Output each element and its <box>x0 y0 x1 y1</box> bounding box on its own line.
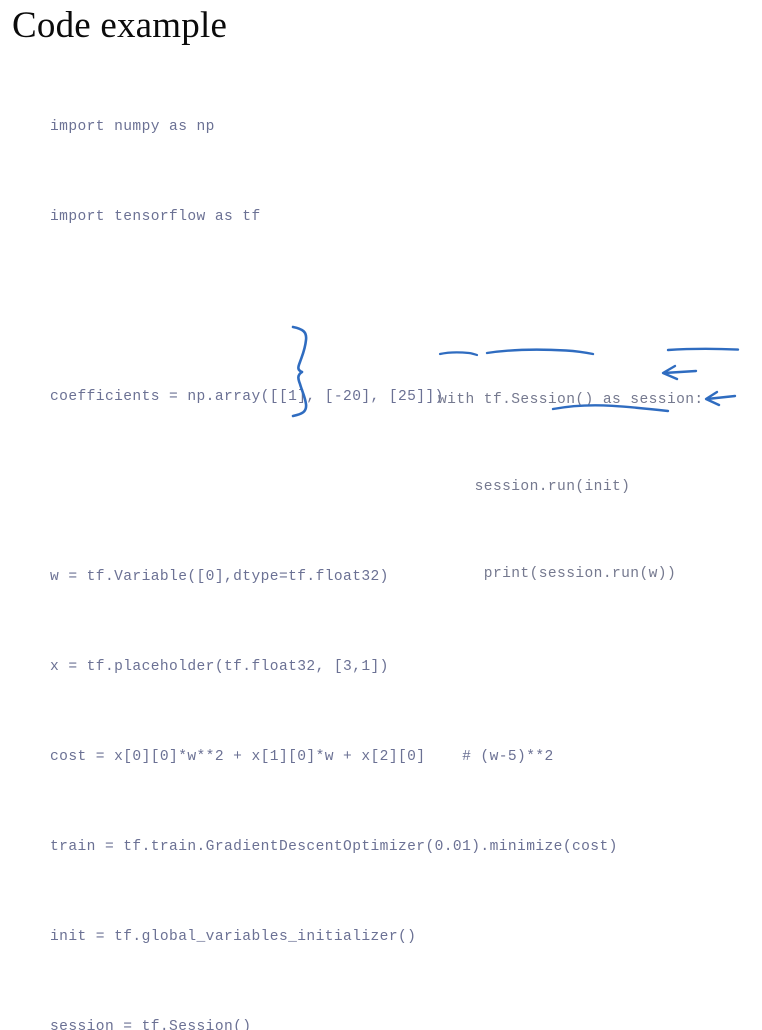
code-line: import numpy as np <box>50 119 215 135</box>
page-title: Code example <box>12 5 228 46</box>
annotation-code-line: print(session.run(w)) <box>438 566 677 582</box>
annotation-code-listing: with tf.Session() as session: session.ru… <box>438 328 704 647</box>
arrow-to-print-session-run-w <box>704 390 737 407</box>
code-line: x = tf.placeholder(tf.float32, [3,1]) <box>50 659 389 675</box>
slide-canvas: Code example import numpy as np import t… <box>0 0 762 1030</box>
code-line: session = tf.Session() <box>50 1019 252 1030</box>
code-line: cost = x[0][0]*w**2 + x[1][0]*w + x[2][0… <box>50 749 554 765</box>
code-line: init = tf.global_variables_initializer() <box>50 929 417 945</box>
code-line: train = tf.train.GradientDescentOptimize… <box>50 839 618 855</box>
annotation-code-line: with tf.Session() as session: <box>438 392 704 408</box>
code-line: import tensorflow as tf <box>50 209 261 225</box>
annotation-code-line: session.run(init) <box>438 479 631 495</box>
